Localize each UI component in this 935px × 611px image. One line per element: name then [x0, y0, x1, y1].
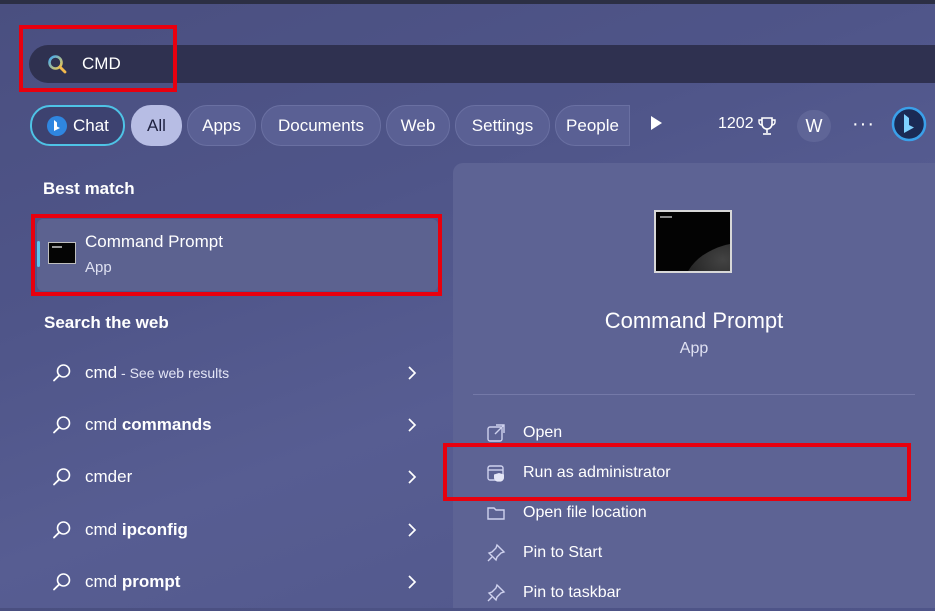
action-open[interactable]: Open [473, 415, 913, 451]
web-result-row[interactable]: cmd prompt [37, 559, 438, 605]
window-top-edge [0, 0, 935, 4]
search-icon [53, 521, 71, 539]
query-text: cmd [85, 572, 122, 591]
action-run-as-administrator[interactable]: Run as administrator [473, 455, 913, 491]
profile-initial: W [805, 115, 823, 136]
action-open-file-location[interactable]: Open file location [473, 495, 913, 531]
more-options-icon[interactable]: ··· [852, 113, 875, 136]
screen-glare [684, 242, 730, 271]
profile-button[interactable]: W [797, 110, 831, 142]
best-match-heading: Best match [43, 179, 135, 198]
query-completion: ipconfig [121, 520, 188, 539]
selection-accent [37, 241, 40, 267]
best-match-item[interactable]: Command Prompt App [37, 219, 438, 291]
details-title: Command Prompt [604, 308, 784, 333]
play-icon[interactable] [651, 116, 662, 130]
query-text: cmd [85, 415, 122, 434]
action-label: Pin to taskbar [523, 584, 621, 601]
chevron-right-icon[interactable] [404, 364, 420, 382]
tab-settings[interactable]: Settings [455, 105, 550, 146]
web-result-row[interactable]: cmd commands [37, 402, 438, 448]
pin-icon [487, 543, 506, 562]
folder-icon [487, 507, 505, 520]
search-icon [53, 364, 71, 382]
web-result-text: cmd ipconfig [85, 520, 188, 540]
search-box[interactable] [29, 45, 935, 83]
query-text: cmd [85, 363, 118, 382]
search-icon [53, 468, 71, 486]
web-result-text: cmd - See web results [85, 363, 229, 383]
query-suffix: - See web results [117, 365, 230, 381]
chevron-right-icon[interactable] [404, 573, 420, 591]
chat-button[interactable]: Chat [30, 105, 125, 146]
tab-web[interactable]: Web [386, 105, 450, 146]
bing-chat-icon [47, 115, 67, 136]
action-label: Open [523, 424, 563, 441]
web-result-row[interactable]: cmd ipconfig [37, 507, 438, 553]
pin-icon [487, 583, 506, 602]
details-type: App [679, 340, 709, 357]
tab-apps[interactable]: Apps [187, 105, 256, 146]
tab-label: Documents [278, 115, 364, 135]
details-panel: Command Prompt App Open Run as administr… [453, 163, 935, 608]
command-prompt-large-icon [654, 210, 732, 273]
rewards-score[interactable]: 1202 [718, 115, 754, 133]
query-text: cmder [85, 467, 133, 486]
open-external-icon [487, 424, 505, 442]
search-icon [53, 573, 71, 591]
query-completion: prompt [121, 572, 181, 591]
query-text: cmd [85, 520, 122, 539]
command-prompt-icon [48, 242, 76, 264]
search-input[interactable] [82, 51, 682, 77]
best-match-name: Command Prompt [85, 232, 223, 251]
web-result-text: cmd commands [85, 415, 212, 435]
query-completion: commands [121, 415, 212, 434]
trophy-icon[interactable] [757, 116, 777, 136]
search-icon [48, 55, 67, 74]
tab-all[interactable]: All [131, 105, 182, 146]
tab-documents[interactable]: Documents [261, 105, 381, 146]
action-label: Open file location [523, 504, 647, 521]
web-result-row[interactable]: cmder [37, 454, 438, 500]
web-result-row[interactable]: cmd - See web results [37, 350, 438, 396]
shield-admin-icon [487, 465, 505, 482]
tab-label: Apps [202, 115, 241, 135]
web-result-text: cmder [85, 467, 132, 487]
divider [473, 394, 915, 395]
best-match-type: App [85, 259, 112, 276]
action-pin-to-start[interactable]: Pin to Start [473, 535, 913, 571]
tab-people[interactable]: People [555, 105, 630, 146]
action-label: Run as administrator [523, 464, 671, 481]
bing-icon[interactable] [891, 106, 927, 144]
tab-label: All [147, 115, 166, 135]
prompt-cursor [660, 216, 672, 218]
web-result-text: cmd prompt [85, 572, 180, 592]
tab-label: Settings [471, 115, 534, 135]
action-label: Pin to Start [523, 544, 603, 561]
search-web-heading: Search the web [44, 313, 169, 332]
search-icon [53, 416, 71, 434]
chat-label: Chat [73, 115, 109, 135]
chevron-right-icon[interactable] [404, 468, 420, 486]
chevron-right-icon[interactable] [404, 416, 420, 434]
action-pin-to-taskbar[interactable]: Pin to taskbar [473, 575, 913, 611]
tab-label: Web [400, 115, 436, 135]
tab-label: People [566, 115, 619, 135]
chevron-right-icon[interactable] [404, 521, 420, 539]
